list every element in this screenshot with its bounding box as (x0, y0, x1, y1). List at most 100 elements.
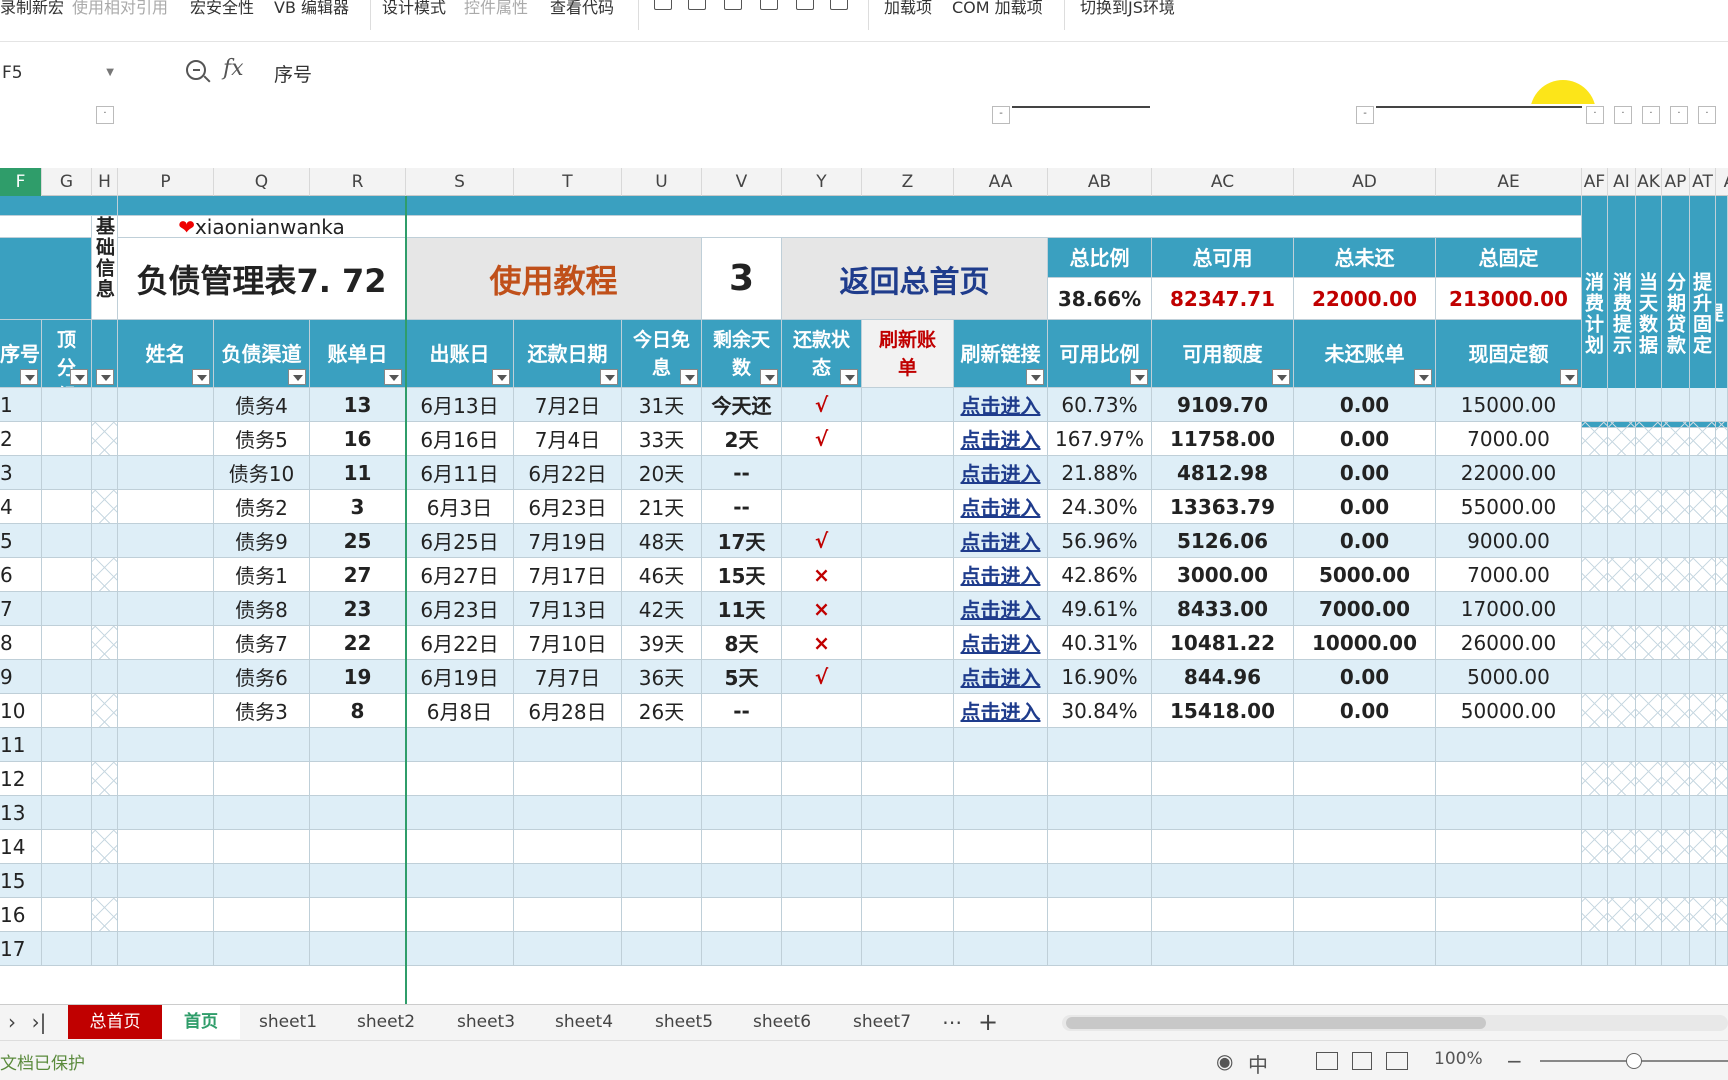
empty-cell[interactable] (702, 932, 782, 966)
repay-status-cell[interactable]: √ (782, 660, 862, 694)
empty-cell[interactable] (954, 728, 1048, 762)
empty-cell[interactable] (1716, 762, 1728, 796)
empty-cell[interactable] (954, 762, 1048, 796)
empty-cell[interactable] (1636, 796, 1662, 830)
empty-cell[interactable] (1582, 864, 1608, 898)
tab-sheet3[interactable]: sheet3 (444, 1005, 528, 1039)
due-date-cell[interactable]: 7月13日 (514, 592, 622, 626)
macro-security-button[interactable]: 宏安全性 (190, 0, 254, 18)
empty-cell[interactable] (1662, 762, 1690, 796)
empty-cell[interactable] (214, 762, 310, 796)
row-number[interactable]: 16 (0, 898, 42, 932)
remain-days-cell[interactable]: 17天 (702, 524, 782, 558)
pin-group-cell[interactable] (42, 558, 92, 592)
channel-cell[interactable]: 债务4 (214, 388, 310, 422)
empty-cell[interactable] (92, 864, 118, 898)
out-date-cell[interactable]: 6月13日 (406, 388, 514, 422)
control-label-icon[interactable] (760, 0, 778, 10)
empty-cell[interactable] (42, 898, 92, 932)
channel-cell[interactable]: 债务6 (214, 660, 310, 694)
empty-cell[interactable] (1582, 796, 1608, 830)
column-header[interactable]: AI (1608, 168, 1636, 196)
fixed-amount-cell[interactable]: 5000.00 (1436, 660, 1582, 694)
column-header[interactable]: S (406, 168, 514, 196)
free-days-cell[interactable]: 33天 (622, 422, 702, 456)
row-number[interactable]: 17 (0, 932, 42, 966)
empty-cell[interactable] (702, 830, 782, 864)
available-ratio-cell[interactable]: 60.73% (1048, 388, 1152, 422)
filter-dropdown-icon[interactable] (192, 369, 210, 385)
fixed-amount-cell[interactable]: 55000.00 (1436, 490, 1582, 524)
empty-cell[interactable] (1048, 830, 1152, 864)
empty-cell[interactable] (118, 762, 214, 796)
bill-day-cell[interactable]: 8 (310, 694, 406, 728)
empty-cell[interactable] (782, 932, 862, 966)
column-header[interactable]: Y (782, 168, 862, 196)
empty-cell[interactable] (1294, 932, 1436, 966)
column-header[interactable]: P (118, 168, 214, 196)
empty-cell[interactable] (1436, 898, 1582, 932)
view-code-button[interactable]: 查看代码 (550, 0, 614, 18)
unpaid-cell[interactable]: 0.00 (1294, 388, 1436, 422)
channel-cell[interactable]: 债务3 (214, 694, 310, 728)
page-break-icon[interactable] (1386, 1052, 1408, 1070)
filter-dropdown-icon[interactable] (760, 369, 778, 385)
repay-status-cell[interactable]: × (782, 626, 862, 660)
empty-cell[interactable] (702, 796, 782, 830)
available-amount-cell[interactable]: 4812.98 (1152, 456, 1294, 490)
add-sheet-icon[interactable]: + (972, 1005, 1004, 1039)
more-tabs-icon[interactable]: ⋯ (936, 1005, 968, 1039)
empty-cell[interactable] (954, 830, 1048, 864)
due-date-cell[interactable]: 7月2日 (514, 388, 622, 422)
prev-sheet-icon[interactable]: › (0, 1005, 24, 1039)
due-date-cell[interactable]: 7月10日 (514, 626, 622, 660)
return-home-button[interactable]: 返回总首页 (782, 238, 1048, 320)
empty-cell[interactable] (1690, 898, 1716, 932)
due-date-cell[interactable]: 7月19日 (514, 524, 622, 558)
empty-cell[interactable] (1690, 830, 1716, 864)
name-cell[interactable] (118, 456, 214, 490)
column-header[interactable]: A (1716, 168, 1728, 196)
filter-dropdown-icon[interactable] (1130, 369, 1148, 385)
refresh-bill-cell[interactable] (862, 422, 954, 456)
addins-button[interactable]: 加载项 (884, 0, 932, 18)
empty-cell[interactable] (702, 728, 782, 762)
column-header[interactable]: AE (1436, 168, 1582, 196)
empty-cell[interactable] (214, 796, 310, 830)
filter-dropdown-icon[interactable] (288, 369, 306, 385)
empty-cell[interactable] (702, 898, 782, 932)
filter-dropdown-icon[interactable] (1414, 369, 1432, 385)
empty-cell[interactable] (406, 728, 514, 762)
due-date-cell[interactable]: 6月23日 (514, 490, 622, 524)
empty-cell[interactable] (310, 796, 406, 830)
page-layout-icon[interactable] (1352, 1052, 1372, 1070)
refresh-bill-cell[interactable] (862, 592, 954, 626)
out-date-cell[interactable]: 6月3日 (406, 490, 514, 524)
empty-cell[interactable] (1436, 796, 1582, 830)
tab-home[interactable]: 首页 (162, 1005, 240, 1039)
empty-cell[interactable] (1636, 898, 1662, 932)
out-date-cell[interactable]: 6月25日 (406, 524, 514, 558)
row-number[interactable]: 4 (0, 490, 42, 524)
refresh-bill-cell[interactable] (862, 388, 954, 422)
column-header[interactable]: AT (1690, 168, 1716, 196)
enter-link[interactable]: 点击进入 (954, 388, 1048, 422)
repay-status-cell[interactable] (782, 456, 862, 490)
empty-cell[interactable] (1152, 864, 1294, 898)
pin-group-cell[interactable] (42, 456, 92, 490)
column-header[interactable]: F (0, 168, 42, 196)
filter-dropdown-icon[interactable] (1560, 369, 1578, 385)
empty-cell[interactable] (214, 728, 310, 762)
column-header[interactable]: G (42, 168, 92, 196)
column-header[interactable]: AC (1152, 168, 1294, 196)
channel-cell[interactable]: 债务1 (214, 558, 310, 592)
out-date-cell[interactable]: 6月22日 (406, 626, 514, 660)
empty-cell[interactable] (92, 762, 118, 796)
fixed-amount-cell[interactable]: 9000.00 (1436, 524, 1582, 558)
com-addins-button[interactable]: COM 加载项 (952, 0, 1043, 18)
row-number[interactable]: 14 (0, 830, 42, 864)
name-cell[interactable] (118, 558, 214, 592)
fixed-amount-cell[interactable]: 15000.00 (1436, 388, 1582, 422)
row-number[interactable]: 10 (0, 694, 42, 728)
available-amount-cell[interactable]: 9109.70 (1152, 388, 1294, 422)
